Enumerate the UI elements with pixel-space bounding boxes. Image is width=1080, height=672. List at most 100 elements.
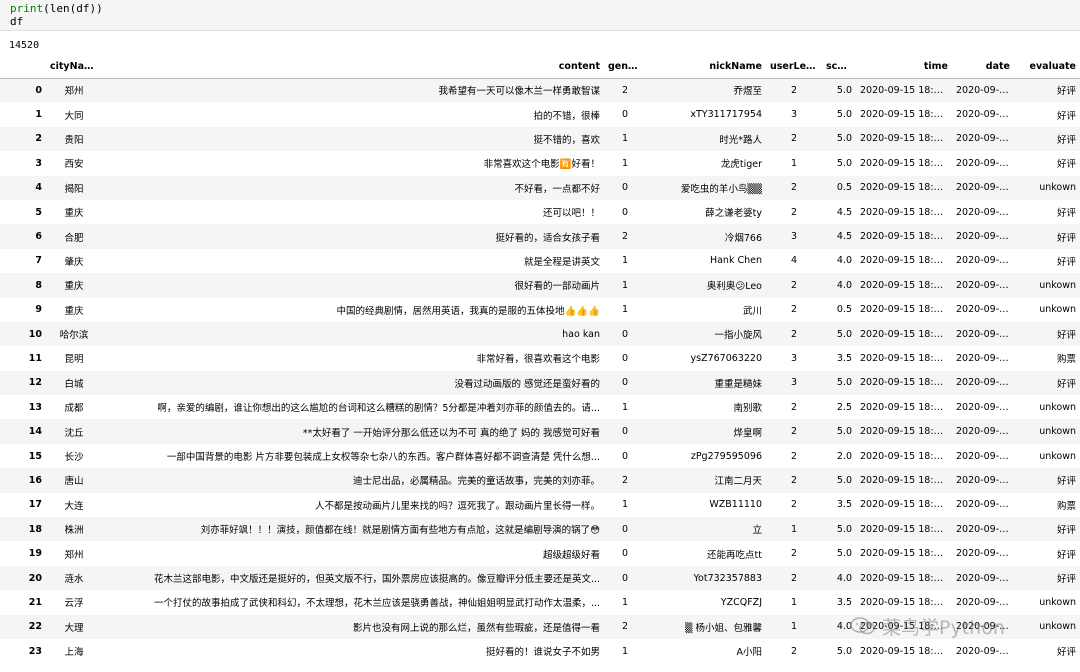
cell-content: 就是全程是讲英文 [523, 256, 600, 268]
cell-city: 大连 [64, 500, 84, 512]
cell-content: 一个打仗的故事拍成了武侠和科幻，不太理想，花木兰应该是骁勇善战，神仙姐姐明显武打… [153, 598, 600, 610]
row-index: 21 [28, 596, 42, 608]
cell-city: 郑州 [64, 86, 84, 98]
header-index [0, 56, 46, 79]
cell-user-level: 1 [790, 596, 798, 608]
cell-time: 2020-09-15 18:10:02 [860, 523, 952, 535]
cell-score: 5.0 [836, 328, 852, 340]
cell-city: 重庆 [64, 208, 84, 220]
output-count: 14520 [9, 40, 40, 51]
cell-nickname: YZCQFZJ [720, 596, 762, 608]
cell-time: 2020-09-15 18:09:43 [860, 548, 952, 560]
table-row: 20 涟水 花木兰这部电影，中文版还是挺好的，但英文版不行，国外票房应该挺高的。像豆… [0, 565, 1080, 591]
cell-score: 3.5 [836, 499, 852, 511]
table-row: 5 重庆 还可以吧！！ 0 薛之谦老婆ty 2 4.5 2020-09-15 18:16:24… [0, 200, 1080, 224]
code-cell-input[interactable]: print(len(df)) df [0, 0, 1080, 31]
cell-content: 一部中国背景的电影 片方非要包装成上女权等杂七杂八的东西。客户群体喜好都不调查清… [166, 452, 600, 464]
cell-score: 5.0 [836, 474, 852, 486]
header-nickname: nickName [646, 56, 766, 79]
cell-nickname: 一指小旋风 [714, 330, 762, 342]
cell-user-level: 2 [790, 328, 798, 340]
header-row: cityName content gender nickName userLevel sc… [0, 56, 1080, 79]
row-index: 16 [28, 474, 42, 486]
cell-content: 中国的经典剧情，居然用英语，我真的是服的五体投地👍👍👍 [336, 305, 601, 317]
cell-time: 2020-09-15 18:07:27 [860, 621, 952, 633]
cell-date: 2020-09-15 [956, 645, 1012, 657]
table-row: 22 大理 影片也没有网上说的那么烂，虽然有些瑕疵，还是值得一看 2 ▒ 杨小姐、包雅馨… [0, 614, 1080, 639]
cell-nickname: 还能再吃点tt [707, 549, 762, 561]
table-row: 12 白城 没看过动画版的 感觉还是蛮好看的 0 重重是糙妹 3 5.0 2020-09-15… [0, 370, 1080, 396]
dataframe-table: cityName content gender nickName userLevel sc… [0, 56, 1080, 663]
row-index: 14 [28, 426, 42, 438]
cell-user-level: 2 [790, 450, 798, 462]
row-index: 23 [28, 645, 42, 657]
table-row: 17 大连 人不都是按动画片儿里来找的吗？逗死我了。跟动画片里长得一样。 1 WZB11… [0, 493, 1080, 517]
cell-content: 迪士尼出品，必属精品。完美的童话故事，完美的刘亦菲。 [352, 476, 600, 488]
table-row: 14 沈丘 **太好看了 一开始评分那么低还以为不可 真的绝了 妈的 我感觉可好看 0… [0, 419, 1080, 444]
cell-evaluate: 好评 [1056, 574, 1076, 585]
header-userlevel: userLevel [766, 56, 822, 79]
cell-city: 长沙 [64, 452, 84, 464]
table-row: 9 重庆 中国的经典剧情，居然用英语，我真的是服的五体投地👍👍👍 1 武川 2 0.5 202… [0, 298, 1080, 322]
table-row: 23 上海 挺好看的！谁说女子不如男 1 A小阳 2 5.0 2020-09-15 18:06… [0, 639, 1080, 663]
cell-nickname: 薛之谦老婆ty [705, 208, 762, 220]
cell-evaluate: unkown [1039, 401, 1076, 413]
table-row: 3 西安 非常喜欢这个电影🈶好看！ 1 龙虎tiger 1 5.0 2020-09-15 18… [0, 151, 1080, 175]
cell-user-level: 3 [790, 231, 798, 243]
row-index: 15 [28, 450, 42, 462]
cell-evaluate: 好评 [1056, 134, 1076, 146]
cell-gender: 0 [621, 450, 629, 462]
header-date: date [952, 56, 1014, 79]
cell-content: 啊，亲爱的编剧，谁让你想出的这么尴尬的台词和这么糟糕的剧情？5分都是冲着刘亦菲的… [157, 403, 600, 415]
cell-user-level: 2 [790, 84, 798, 96]
cell-user-level: 2 [790, 401, 798, 413]
cell-nickname: 乔煜至 [733, 86, 762, 98]
cell-date: 2020-09-15 [956, 231, 1012, 243]
cell-user-level: 2 [790, 548, 798, 560]
cell-gender: 2 [621, 621, 629, 633]
table-row: 13 成都 啊，亲爱的编剧，谁让你想出的这么尴尬的台词和这么糟糕的剧情？5分都是冲着… [0, 395, 1080, 419]
cell-score: 4.0 [836, 621, 852, 633]
cell-date: 2020-09-15 [956, 621, 1012, 633]
cell-date: 2020-09-15 [956, 426, 1012, 438]
cell-date: 2020-09-15 [956, 401, 1012, 413]
cell-evaluate: 好评 [1056, 159, 1076, 171]
cell-time: 2020-09-15 18:18:48 [860, 84, 952, 96]
cell-city: 株洲 [64, 525, 84, 537]
cell-score: 5.0 [836, 523, 852, 535]
cell-user-level: 1 [790, 157, 798, 169]
cell-evaluate: 好评 [1056, 86, 1076, 98]
cell-score: 5.0 [836, 157, 852, 169]
cell-gender: 2 [621, 231, 629, 243]
cell-date: 2020-09-15 [956, 474, 1012, 486]
cell-user-level: 2 [790, 304, 798, 316]
cell-date: 2020-09-15 [956, 157, 1012, 169]
cell-date: 2020-09-15 [956, 450, 1012, 462]
cell-nickname: Yot732357883 [693, 572, 762, 584]
code-line-1: print(len(df)) [10, 2, 1080, 15]
table-row: 19 郑州 超级超级好看 0 还能再吃点tt 2 5.0 2020-09-15 18:09:4… [0, 541, 1080, 565]
cell-city: 涟水 [64, 574, 84, 585]
cell-score: 3.5 [836, 352, 852, 364]
cell-content: 不好看，一点都不好 [514, 183, 600, 195]
cell-nickname: 重重是糙妹 [714, 378, 762, 390]
cell-date: 2020-09-15 [956, 548, 1012, 560]
cell-date: 2020-09-15 [956, 206, 1012, 218]
cell-score: 2.5 [836, 401, 852, 413]
cell-time: 2020-09-15 18:13:41 [860, 352, 952, 364]
cell-time: 2020-09-15 18:11:18 [860, 450, 952, 462]
cell-date: 2020-09-15 [956, 133, 1012, 145]
cell-content: 拍的不错，很棒 [533, 110, 600, 122]
cell-nickname: ▒ 杨小姐、包雅馨 [685, 622, 762, 634]
table-row: 2 贵阳 挺不错的，喜欢 1 时光*路人 2 5.0 2020-09-15 18:17:09 2… [0, 126, 1080, 152]
cell-score: 5.0 [836, 426, 852, 438]
row-index: 13 [28, 401, 42, 413]
cell-city: 贵阳 [64, 134, 84, 146]
row-index: 17 [28, 499, 42, 511]
cell-evaluate: unkown [1039, 182, 1076, 194]
cell-score: 0.5 [836, 304, 852, 316]
cell-score: 5.0 [836, 84, 852, 96]
cell-date: 2020-09-15 [956, 377, 1012, 389]
cell-evaluate: 购票 [1056, 500, 1076, 512]
cell-city: 重庆 [64, 281, 84, 293]
